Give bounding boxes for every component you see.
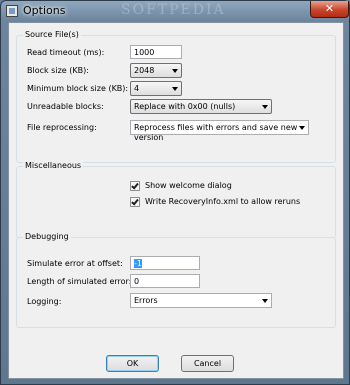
miscellaneous-group: Miscellaneous Show welcome dialog Write … xyxy=(16,161,336,238)
block-size-label: Block size (KB): xyxy=(27,66,89,75)
simulate-length-input[interactable]: 0 xyxy=(130,274,200,288)
unreadable-blocks-value: Replace with 0x00 (nulls) xyxy=(134,102,236,111)
source-files-group: Source File(s) Read timeout (ms): 1000 B… xyxy=(16,30,336,163)
source-files-title: Source File(s) xyxy=(23,30,81,39)
read-timeout-input[interactable]: 1000 xyxy=(130,45,182,59)
close-button[interactable]: ✕ xyxy=(310,1,349,18)
options-window: Options SOFTPEDIA ✕ Source File(s) Read … xyxy=(0,0,350,385)
debugging-group: Debugging Simulate error at offset: -1 L… xyxy=(16,232,336,328)
debugging-title: Debugging xyxy=(23,232,71,241)
show-welcome-label[interactable]: Show welcome dialog xyxy=(145,181,232,190)
file-reprocessing-label: File reprocessing: xyxy=(27,123,97,132)
block-size-select[interactable]: 2048 xyxy=(130,63,182,78)
logging-value: Errors xyxy=(134,296,158,305)
watermark-text: SOFTPEDIA xyxy=(121,2,226,18)
unreadable-blocks-label: Unreadable blocks: xyxy=(27,102,104,111)
chevron-down-icon xyxy=(262,105,268,109)
app-icon xyxy=(6,5,18,17)
write-recovery-label[interactable]: Write RecoveryInfo.xml to allow reruns xyxy=(145,197,300,206)
checkmark-icon xyxy=(131,197,139,206)
simulate-offset-value: -1 xyxy=(134,259,142,268)
ok-button[interactable]: OK xyxy=(106,355,159,372)
cancel-button[interactable]: Cancel xyxy=(181,355,234,372)
logging-label: Logging: xyxy=(27,297,62,306)
chevron-down-icon xyxy=(172,69,178,73)
block-size-value: 2048 xyxy=(134,66,155,75)
unreadable-blocks-select[interactable]: Replace with 0x00 (nulls) xyxy=(130,99,272,114)
read-timeout-label: Read timeout (ms): xyxy=(27,48,105,57)
simulate-offset-label: Simulate error at offset: xyxy=(27,259,123,268)
file-reprocessing-value: Reprocess files with errors and save new… xyxy=(134,123,298,142)
chevron-down-icon xyxy=(299,126,305,130)
window-title: Options xyxy=(23,4,66,17)
min-block-size-label: Minimum block size (KB): xyxy=(27,84,129,93)
chevron-down-icon xyxy=(172,87,178,91)
simulate-length-label: Length of simulated error: xyxy=(27,277,132,286)
title-bar[interactable]: Options SOFTPEDIA ✕ xyxy=(1,1,349,21)
chevron-down-icon xyxy=(262,299,268,303)
min-block-size-value: 4 xyxy=(134,84,140,93)
logging-select[interactable]: Errors xyxy=(130,293,272,308)
dialog-client-area: Source File(s) Read timeout (ms): 1000 B… xyxy=(8,22,344,379)
show-welcome-checkbox[interactable] xyxy=(130,181,140,191)
checkmark-icon xyxy=(131,181,139,190)
min-block-size-select[interactable]: 4 xyxy=(130,81,182,96)
simulate-offset-input[interactable]: -1 xyxy=(130,256,200,270)
miscellaneous-title: Miscellaneous xyxy=(23,161,84,170)
file-reprocessing-select[interactable]: Reprocess files with errors and save new… xyxy=(130,120,309,142)
write-recovery-checkbox[interactable] xyxy=(130,197,140,207)
